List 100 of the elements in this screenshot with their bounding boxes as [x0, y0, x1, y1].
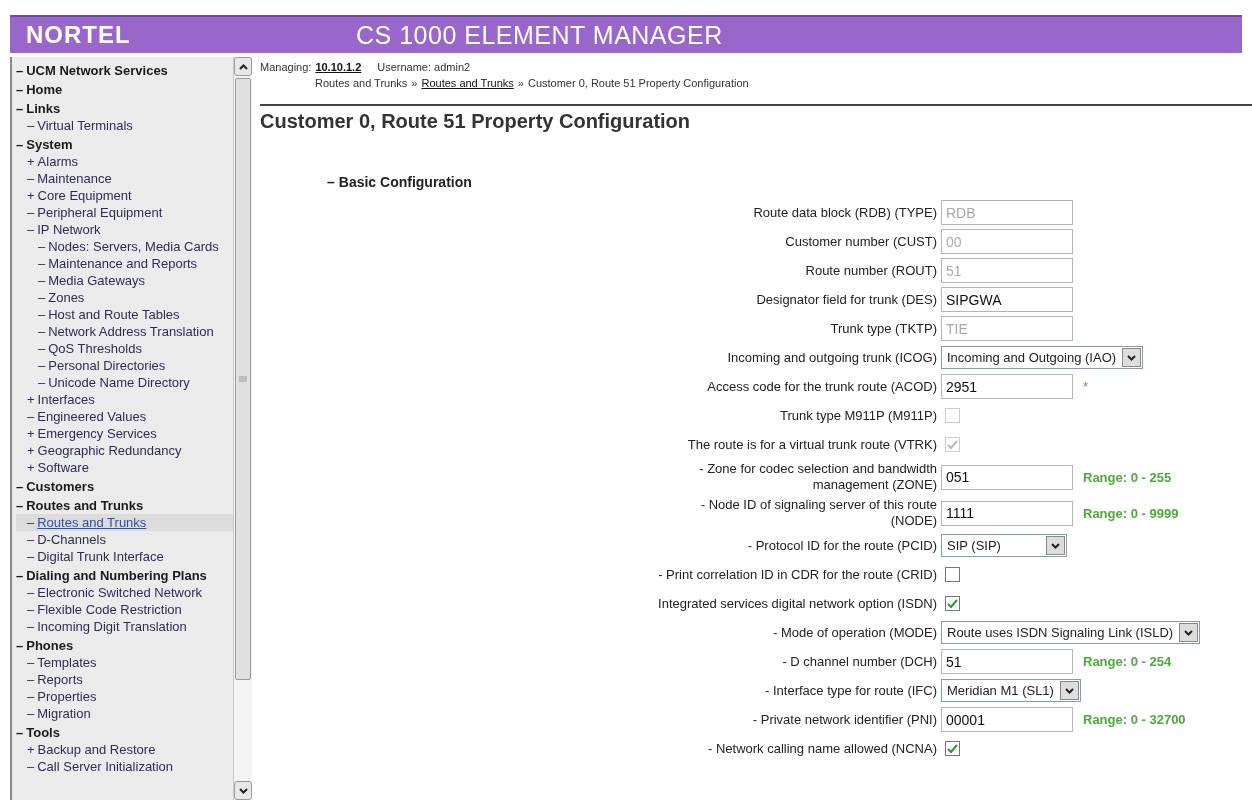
field-label: Customer number (CUST)	[784, 233, 937, 250]
text-field[interactable]: SIPGWA	[941, 287, 1073, 312]
breadcrumb-text: Customer 0, Route 51 Property Configuration	[527, 77, 749, 89]
breadcrumb-link[interactable]: Routes and Trunks	[421, 77, 514, 89]
field-label: Route number (ROUT)	[804, 262, 937, 279]
dropdown[interactable]: Incoming and Outgoing (IAO)	[941, 346, 1144, 369]
checkbox[interactable]	[945, 741, 960, 756]
nortel-logo: NORTEL	[26, 21, 132, 49]
field-label: Incoming and outgoing trunk (ICOG)	[726, 349, 937, 366]
field-label: Integrated services digital network option (ISDN)	[657, 595, 937, 612]
scroll-thumb[interactable]	[235, 78, 251, 680]
range-hint: Range: 0 - 254	[1083, 654, 1172, 669]
breadcrumb-text: »	[411, 77, 418, 89]
caret-icon	[1127, 354, 1137, 361]
nav-item[interactable]: – Home	[16, 81, 233, 98]
nav-item[interactable]: – Zones	[16, 289, 233, 306]
field-label: - D channel number (DCH)	[781, 653, 937, 670]
nav-item[interactable]: + Geographic Redundancy	[16, 442, 233, 459]
field-label: - Mode of operation (MODE)	[772, 624, 937, 641]
dropdown[interactable]: Route uses ISDN Signaling Link (ISLD)	[941, 621, 1201, 644]
managing-address-link[interactable]: 10.10.1.2	[315, 61, 362, 73]
nav-item[interactable]: + Emergency Services	[16, 425, 233, 442]
caret-icon	[1064, 687, 1074, 694]
nav-item[interactable]: – System	[16, 136, 233, 153]
managing-label: Managing:	[260, 61, 312, 73]
nav-item[interactable]: – Call Server Initialization	[16, 758, 233, 775]
required-mark: *	[1083, 379, 1089, 394]
caret-down-icon	[238, 787, 248, 794]
field-label: The route is for a virtual trunk route (VTRK)	[686, 436, 937, 453]
range-hint: Range: 0 - 32700	[1083, 712, 1186, 727]
nav-item[interactable]: – Customers	[16, 478, 233, 495]
nav-item[interactable]: – Network Address Translation	[16, 323, 233, 340]
field-label: - Print correlation ID in CDR for the route (CRID)	[657, 566, 937, 583]
checkbox[interactable]	[945, 596, 960, 611]
text-field[interactable]: 1111	[941, 500, 1073, 526]
nav-item[interactable]: – Engineered Values	[16, 408, 233, 425]
caret-icon	[1184, 629, 1194, 636]
username-label: Username: admin2	[377, 61, 471, 73]
field-label: - Network calling name allowed (NCNA)	[706, 740, 937, 757]
nav-item[interactable]: + Backup and Restore	[16, 741, 233, 758]
field-label: - Interface type for route (IFC)	[764, 682, 937, 699]
app-title: CS 1000 ELEMENT MANAGER	[356, 20, 723, 50]
nav-item[interactable]: – Migration	[16, 705, 233, 722]
nav-item[interactable]: – Host and Route Tables	[16, 306, 233, 323]
nav-item[interactable]: – Nodes: Servers, Media Cards	[16, 238, 233, 255]
nav-item[interactable]: – Virtual Terminals	[16, 117, 233, 134]
field-label: - Protocol ID for the route (PCID)	[746, 537, 937, 554]
nav-item[interactable]: – Incoming Digit Translation	[16, 618, 233, 635]
text-field[interactable]: 2951	[941, 374, 1073, 399]
nav-item[interactable]: – D-Channels	[16, 531, 233, 548]
field-label: Designator field for trunk (DES)	[755, 291, 937, 308]
range-hint: Range: 0 - 9999	[1083, 505, 1179, 521]
field-label: Trunk type M911P (M911P)	[778, 407, 937, 424]
nav-item[interactable]: – Maintenance and Reports	[16, 255, 233, 272]
dropdown[interactable]: SIP (SIP)	[941, 534, 1067, 557]
nav-item[interactable]: + Core Equipment	[16, 187, 233, 204]
grip-icon	[239, 376, 247, 382]
nav-item[interactable]: – QoS Thresholds	[16, 340, 233, 357]
nav-item[interactable]: – UCM Network Services	[16, 62, 233, 79]
nav-item[interactable]: – Personal Directories	[16, 357, 233, 374]
nav-item[interactable]: + Software	[16, 459, 233, 476]
nav-item[interactable]: + Alarms	[16, 153, 233, 170]
text-field[interactable]: 00001	[941, 707, 1073, 732]
field-label: - Zone for codec selection and bandwidth management (ZONE)	[698, 461, 937, 493]
nav-item[interactable]: – Digital Trunk Interface	[16, 548, 233, 565]
nav-item[interactable]: – Dialing and Numbering Plans	[16, 567, 233, 584]
nav-item[interactable]: – Phones	[16, 637, 233, 654]
text-field[interactable]: 51	[941, 649, 1073, 674]
nav-item[interactable]: – Electronic Switched Network	[16, 584, 233, 601]
field-label: - Node ID of signaling server of this route (NODE)	[699, 497, 937, 529]
field-label: Route data block (RDB) (TYPE)	[752, 204, 937, 221]
nav-item[interactable]: – Templates	[16, 654, 233, 671]
section-header[interactable]: – Basic Configuration	[327, 174, 1252, 190]
nav-item[interactable]: – Flexible Code Restriction	[16, 601, 233, 618]
checkbox[interactable]	[945, 567, 960, 582]
nav-item[interactable]: – Unicode Name Directory	[16, 374, 233, 391]
scroll-up-button[interactable]	[234, 57, 252, 76]
nav-item[interactable]: – Peripheral Equipment	[16, 204, 233, 221]
page-title: Customer 0, Route 51 Property Configuration	[260, 110, 692, 133]
field-label: - Private network identifier (PNI)	[751, 711, 937, 728]
nav-item[interactable]: – Tools	[16, 724, 233, 741]
scrollbar[interactable]	[233, 57, 252, 800]
range-hint: Range: 0 - 255	[1083, 469, 1172, 485]
nav-item[interactable]: – Routes and Trunks	[16, 497, 233, 514]
nav-item[interactable]: – Media Gateways	[16, 272, 233, 289]
nav-item[interactable]: – Maintenance	[16, 170, 233, 187]
scroll-down-button[interactable]	[234, 781, 252, 800]
field-label: Access code for the trunk route (ACOD)	[706, 378, 937, 395]
dropdown[interactable]: Meridian M1 (SL1)	[941, 679, 1081, 702]
nav-item[interactable]: – IP Network	[16, 221, 233, 238]
breadcrumb-text: »	[517, 77, 524, 89]
text-field[interactable]: 051	[941, 464, 1073, 490]
breadcrumb-text: Routes and Trunks	[315, 77, 408, 89]
caret-up-icon	[238, 63, 248, 70]
nav-item[interactable]: – Links	[16, 100, 233, 117]
nav-item[interactable]: – Properties	[16, 688, 233, 705]
nav-item[interactable]: – Routes and Trunks	[16, 514, 233, 531]
nav-item[interactable]: – Reports	[16, 671, 233, 688]
field-label: Trunk type (TKTP)	[829, 320, 937, 337]
nav-item[interactable]: + Interfaces	[16, 391, 233, 408]
